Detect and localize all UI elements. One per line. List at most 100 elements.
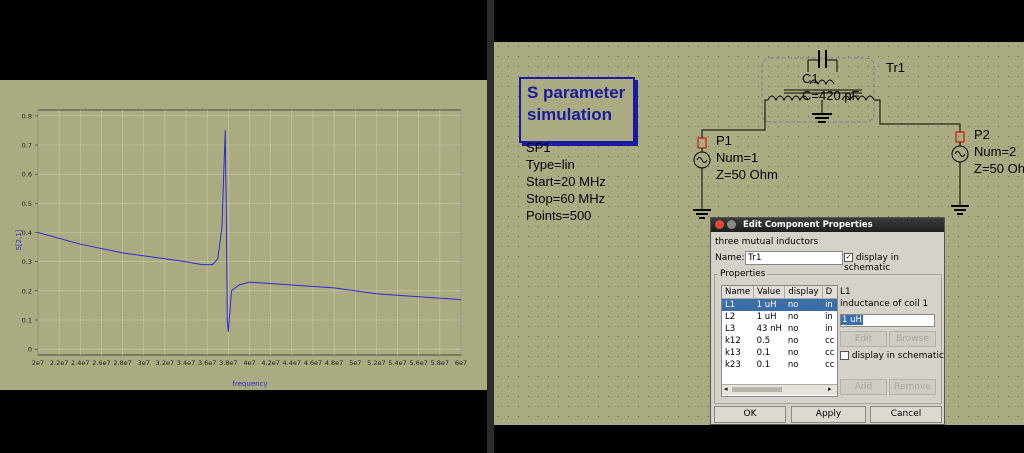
cell-value: 0.1	[756, 360, 771, 370]
cell-value: 0.1	[756, 348, 771, 358]
p2-label: P2 Num=2 Z=50 Oh	[974, 127, 1024, 176]
apply-button[interactable]: Apply	[791, 406, 866, 423]
cell-name: L2	[725, 312, 736, 322]
cell-description: cc	[825, 348, 835, 358]
s21-chart: 2e7 2.2e7 2.4e7 2.6e7 2.8e7 3e7 3.2e7 3.4e7 3.6e…	[15, 109, 467, 388]
x-tick-label: 3.8e7	[219, 359, 237, 367]
cell-description: in	[822, 298, 837, 311]
y-axis-label: S[2,1]	[15, 229, 23, 250]
sp1-properties: SP1 Type=lin Start=20 MHz Stop=60 MHz Po…	[526, 140, 606, 223]
col-description[interactable]: D	[822, 286, 837, 299]
table-hscrollbar[interactable]: ◂ ▸	[722, 384, 837, 395]
x-tick-label: 3.6e7	[198, 359, 216, 367]
cell-description: cc	[825, 336, 835, 346]
cell-display: no	[787, 348, 799, 358]
properties-table[interactable]: Name Value display D L1 1 uH no in L2 1 uH no i…	[721, 285, 838, 397]
browse-button[interactable]: Browse	[889, 331, 936, 347]
cell-display: no	[784, 298, 823, 311]
x-tick-label: 4.8e7	[325, 359, 343, 367]
x-tick-label: 4e7	[243, 359, 255, 367]
table-row[interactable]: k23 0.1 no cc	[722, 359, 837, 371]
y-tick-label: 0.1	[22, 317, 32, 325]
window-divider[interactable]	[487, 0, 494, 453]
cell-description: cc	[825, 360, 835, 370]
plot-panel: 2e7 2.2e7 2.4e7 2.6e7 2.8e7 3e7 3.2e7 3.4e7 3.6e…	[0, 80, 487, 390]
y-tick-label: 0.4	[22, 229, 32, 237]
y-tick-label: 0.8	[22, 112, 32, 120]
x-tick-label: 2.6e7	[92, 359, 110, 367]
table-row[interactable]: L2 1 uH no in	[722, 311, 837, 323]
remove-button[interactable]: Remove	[889, 379, 936, 395]
dialog-title: Edit Component Properties	[743, 220, 873, 230]
y-tick-label: 0.3	[22, 258, 32, 266]
x-tick-label: 6e7	[455, 359, 467, 367]
x-tick-label: 2e7	[32, 359, 44, 367]
table-row[interactable]: k12 0.5 no cc	[722, 335, 837, 347]
cell-name: L1	[722, 298, 754, 311]
cancel-button[interactable]: Cancel	[870, 406, 942, 423]
dialog-titlebar[interactable]: Edit Component Properties	[711, 218, 944, 232]
name-input[interactable]: Tr1	[745, 251, 843, 265]
close-icon[interactable]	[715, 220, 724, 229]
cell-name: L3	[725, 324, 736, 334]
cell-value: 1 uH	[756, 312, 777, 322]
x-tick-label: 5e7	[349, 359, 361, 367]
cell-name: k12	[725, 336, 741, 346]
prop-value-input[interactable]: 1 uH	[840, 314, 935, 327]
scroll-thumb[interactable]	[732, 387, 782, 392]
table-row[interactable]: L3 43 nH no in	[722, 323, 837, 335]
display-in-schematic-label: display in schematic	[844, 253, 899, 273]
x-tick-label: 2.8e7	[113, 359, 131, 367]
cell-description: in	[825, 312, 833, 322]
sp-simulation-title: S parameter simulation	[527, 83, 626, 124]
scroll-right-icon[interactable]: ▸	[828, 385, 832, 393]
tr1-label: Tr1	[886, 60, 906, 75]
x-tick-label: 5.4e7	[388, 359, 406, 367]
table-row[interactable]: k13 0.1 no cc	[722, 347, 837, 359]
ok-button[interactable]: OK	[714, 406, 786, 423]
x-tick-label: 4.4e7	[283, 359, 301, 367]
display-name-checkbox-row[interactable]: ✓ display in schematic	[844, 253, 944, 273]
x-axis-label: frequency	[232, 380, 267, 388]
edit-component-dialog: Edit Component Properties three mutual i…	[710, 217, 945, 425]
table-row[interactable]: L1 1 uH no in	[722, 298, 837, 311]
x-tick-label: 5.8e7	[431, 359, 449, 367]
x-tick-label: 5.2e7	[367, 359, 385, 367]
minimize-icon[interactable]	[727, 220, 736, 229]
selected-prop-name: L1	[840, 287, 851, 297]
checkbox-checked-icon[interactable]: ✓	[844, 253, 853, 262]
x-tick-label: 3e7	[138, 359, 150, 367]
cell-value: 1 uH	[753, 298, 785, 311]
y-tick-label: 0.7	[22, 142, 32, 150]
x-tick-label: 4.2e7	[261, 359, 279, 367]
col-display[interactable]: display	[784, 286, 823, 299]
cell-value: 0.5	[756, 336, 771, 346]
schematic-bottom-bar	[494, 425, 1024, 453]
y-tick-label: 0.6	[22, 171, 32, 179]
cell-display: no	[787, 312, 799, 322]
display-prop-checkbox-row[interactable]: display in schematic	[840, 351, 944, 361]
properties-group-label: Properties	[718, 269, 768, 279]
name-label: Name:	[715, 253, 745, 263]
y-tick-label: 0.2	[22, 287, 32, 295]
col-name[interactable]: Name	[722, 286, 755, 299]
x-tick-label: 2.4e7	[71, 359, 89, 367]
cell-display: no	[787, 360, 799, 370]
component-description: three mutual inductors	[715, 237, 819, 247]
x-tick-label: 3.2e7	[156, 359, 174, 367]
x-tick-label: 5.6e7	[409, 359, 427, 367]
checkbox-unchecked-icon[interactable]	[840, 351, 849, 360]
p1-label: P1 Num=1 Z=50 Ohm	[716, 133, 778, 182]
x-tick-label: 2.2e7	[50, 359, 68, 367]
edit-button[interactable]: Edit	[840, 331, 887, 347]
cell-name: k23	[725, 360, 741, 370]
y-tick-label: 0	[28, 346, 32, 354]
scroll-left-icon[interactable]: ◂	[724, 385, 728, 393]
x-tick-label: 4.6e7	[304, 359, 322, 367]
cell-name: k13	[725, 348, 741, 358]
cell-display: no	[787, 324, 799, 334]
cell-value: 43 nH	[756, 324, 782, 334]
x-tick-label: 3.4e7	[177, 359, 195, 367]
add-button[interactable]: Add	[840, 379, 887, 395]
col-value[interactable]: Value	[753, 286, 786, 299]
